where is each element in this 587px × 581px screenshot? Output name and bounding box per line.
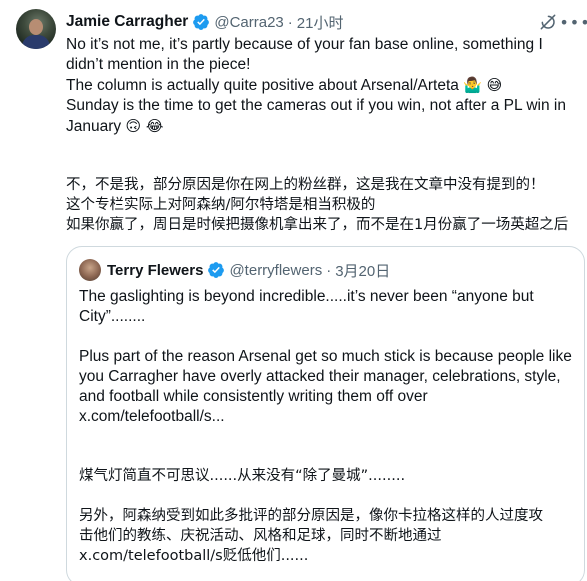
grok-icon[interactable]: [538, 12, 558, 32]
more-options-icon[interactable]: •••: [559, 12, 587, 32]
tweet-time[interactable]: 21小时: [297, 12, 344, 33]
translation-line: 这个专栏实际上对阿森纳/阿尔特塔是相当积极的: [66, 197, 376, 213]
quoted-tweet-text: The gaslighting is beyond incredible....…: [79, 287, 574, 566]
quoted-line: The gaslighting is beyond incredible....…: [79, 288, 534, 305]
shrug-emoji-icon: 🤷‍♂️ 😅: [463, 76, 503, 94]
tweet-line: January 🙃 😂: [66, 116, 581, 137]
quoted-line: City”........: [79, 308, 146, 325]
author-handle[interactable]: @Carra23: [214, 14, 283, 31]
quoted-translation-line: 击他们的教练、庆祝活动、风格和足球，同时不断地通过: [79, 528, 442, 544]
separator-dot: ·: [326, 261, 332, 279]
upside-down-emoji-icon: 🙃 😂: [125, 117, 164, 135]
tweet-line-text: January: [66, 118, 122, 135]
author-avatar[interactable]: [16, 9, 56, 49]
verified-badge-icon: [193, 14, 210, 30]
quoted-line: you Carragher have overly attacked their…: [79, 368, 561, 385]
quoted-author-handle: @terryflewers: [229, 261, 323, 279]
quoted-link[interactable]: x.com/telefootball/s...: [79, 407, 574, 427]
tweet-header: Jamie Carragher @Carra23 · 21小时: [66, 12, 343, 32]
quoted-line: Plus part of the reason Arsenal get so m…: [79, 348, 572, 365]
separator-dot: ·: [287, 13, 293, 31]
translation-line: 如果你赢了，周日是时候把摄像机拿出来了，而不是在1月份赢了一场英超之后: [66, 217, 569, 233]
translation-line: 不，不是我，部分原因是你在网上的粉丝群，这是我在文章中没有提到的！: [66, 177, 545, 193]
author-name[interactable]: Jamie Carragher: [66, 13, 188, 31]
quoted-tweet-date: 3月20日: [335, 262, 391, 280]
quoted-translation-line: 煤气灯简直不可思议......从来没有“除了曼城”........: [79, 468, 406, 484]
quoted-line: and football while consistently writing …: [79, 388, 428, 405]
tweet-line: No it’s not me, it’s partly because of y…: [66, 36, 543, 53]
quoted-translation-line: x.com/telefootball/s贬低他们......: [79, 548, 309, 564]
avatar-face: [29, 19, 43, 35]
tweet-line-text: The column is actually quite positive ab…: [66, 77, 459, 94]
avatar-shirt: [22, 35, 50, 49]
verified-badge-icon: [208, 262, 225, 278]
tweet-line: Sunday is the time to get the cameras ou…: [66, 97, 566, 114]
quoted-author-name: Terry Flewers: [107, 261, 204, 279]
quoted-tweet[interactable]: Terry Flewers @terryflewers · 3月20日 The …: [66, 246, 585, 581]
translated-text: 不，不是我，部分原因是你在网上的粉丝群，这是我在文章中没有提到的！ 这个专栏实际…: [66, 175, 581, 235]
tweet-text: No it’s not me, it’s partly because of y…: [66, 35, 581, 137]
quoted-translation-line: 另外，阿森纳受到如此多批评的部分原因是，像你卡拉格这样的人过度攻: [79, 508, 543, 524]
quoted-author-avatar: [79, 259, 101, 281]
tweet-line: didn’t mention in the piece!: [66, 56, 251, 73]
tweet-line: The column is actually quite positive ab…: [66, 75, 581, 96]
quoted-tweet-header: Terry Flewers @terryflewers · 3月20日: [107, 260, 390, 280]
